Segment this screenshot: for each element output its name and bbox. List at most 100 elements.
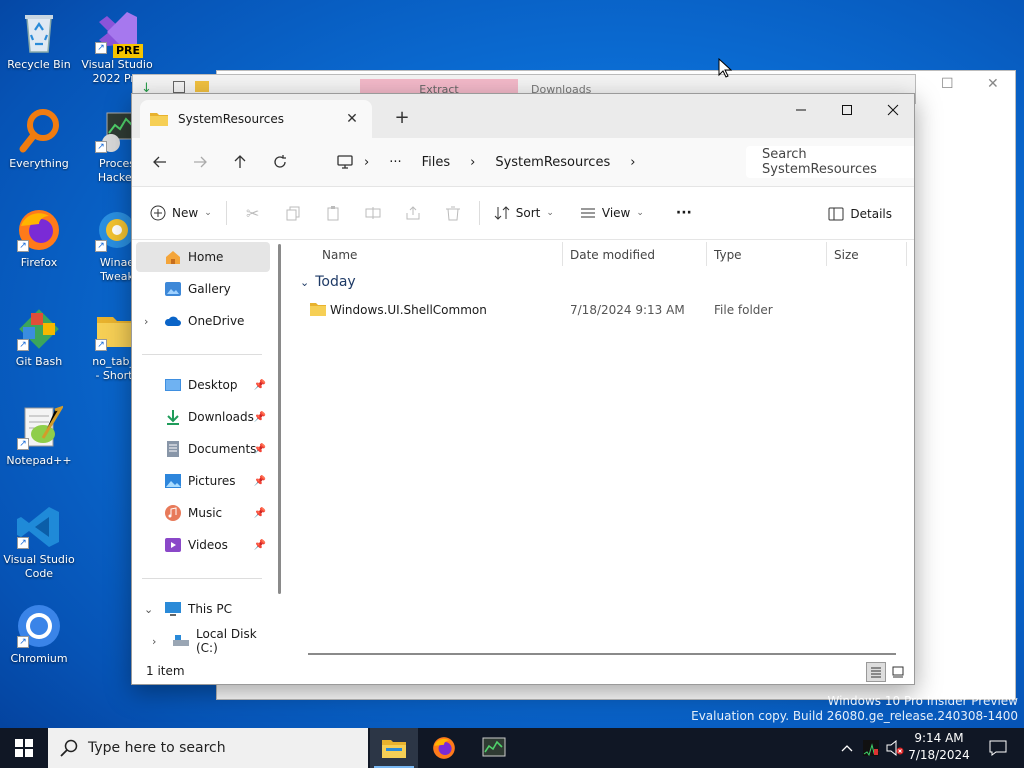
breadcrumb-systemresources[interactable]: SystemResources <box>485 155 620 170</box>
table-row[interactable]: Windows.UI.ShellCommon 7/18/2024 9:13 AM… <box>306 298 906 322</box>
rename-button[interactable] <box>353 197 393 229</box>
chevron-up-icon <box>841 745 853 752</box>
desktop-icon <box>165 379 181 391</box>
taskbar-process-hacker[interactable] <box>470 728 518 768</box>
horizontal-scrollbar[interactable] <box>308 653 896 655</box>
chevron-right-icon: › <box>364 154 370 170</box>
back-button[interactable] <box>140 146 180 178</box>
sidebar-item-documents[interactable]: Documents 📌 <box>136 434 270 464</box>
pin-icon[interactable]: 📌 <box>254 380 266 391</box>
sidebar-item-desktop[interactable]: Desktop 📌 <box>136 370 270 400</box>
cut-button[interactable]: ✂ <box>233 197 273 229</box>
sidebar-item-downloads[interactable]: Downloads 📌 <box>136 402 270 432</box>
search-input[interactable]: Search SystemResources <box>746 146 914 178</box>
breadcrumb-files[interactable]: Files <box>412 155 461 170</box>
paste-button[interactable] <box>313 197 353 229</box>
details-pane-button[interactable]: Details <box>820 198 900 230</box>
details-view-button[interactable] <box>866 662 886 682</box>
delete-button[interactable] <box>433 197 473 229</box>
tab-systemresources[interactable]: SystemResources ✕ <box>140 100 372 138</box>
shortcut-arrow-icon: ↗ <box>17 537 29 549</box>
file-explorer-window[interactable]: SystemResources ✕ + › ··· Files › System… <box>131 93 915 685</box>
desktop-icon-vscode[interactable]: ↗ Visual Studio Code <box>0 503 78 581</box>
tiles-view-button[interactable] <box>888 662 908 682</box>
document-icon <box>167 441 179 457</box>
sidebar-item-this-pc[interactable]: ⌄ This PC <box>136 594 270 624</box>
column-header-type[interactable]: Type <box>714 248 742 262</box>
desktop-icon-notepad-plus-plus[interactable]: ↗ Notepad++ <box>0 404 78 468</box>
close-window-button[interactable] <box>870 94 916 126</box>
desktop-icon-git-bash[interactable]: ↗ Git Bash <box>0 305 78 369</box>
pin-icon[interactable]: 📌 <box>254 508 266 519</box>
notification-center-button[interactable] <box>978 728 1018 768</box>
title-bar[interactable]: SystemResources ✕ + <box>132 94 914 138</box>
chevron-down-icon: ⌄ <box>546 208 554 218</box>
view-button[interactable]: View ⌄ <box>572 197 652 229</box>
folder-icon <box>150 113 168 126</box>
shortcut-arrow-icon: ↗ <box>17 339 29 351</box>
maximize-icon[interactable]: ☐ <box>941 77 955 91</box>
everything-search-icon <box>15 107 63 155</box>
group-header-today[interactable]: ⌄ Today <box>300 274 356 290</box>
new-tab-button[interactable]: + <box>390 106 414 130</box>
sidebar-item-pictures[interactable]: Pictures 📌 <box>136 466 270 496</box>
pin-icon[interactable]: 📌 <box>254 476 266 487</box>
close-tab-icon[interactable]: ✕ <box>342 109 362 129</box>
sidebar-item-music[interactable]: Music 📌 <box>136 498 270 528</box>
more-options-button[interactable]: ··· <box>668 197 700 229</box>
forward-button[interactable] <box>180 146 220 178</box>
copy-button[interactable] <box>273 197 313 229</box>
pin-icon[interactable]: 📌 <box>254 412 266 423</box>
file-type: File folder <box>714 303 773 317</box>
computer-icon <box>165 602 181 616</box>
tray-process-monitor[interactable] <box>860 728 882 768</box>
pin-icon[interactable]: 📌 <box>254 444 266 455</box>
column-header-name[interactable]: Name <box>322 248 357 262</box>
sidebar-item-onedrive[interactable]: › OneDrive <box>136 306 270 336</box>
taskbar-search[interactable]: Type here to search <box>48 728 368 768</box>
desktop-icon-recycle-bin[interactable]: Recycle Bin <box>0 8 78 72</box>
copy-icon <box>286 206 300 221</box>
sidebar-item-gallery[interactable]: Gallery <box>136 274 270 304</box>
desktop-icon-label: Git Bash <box>15 355 63 368</box>
breadcrumb[interactable]: › ··· Files › SystemResources › <box>336 146 738 178</box>
show-hidden-icons-button[interactable] <box>836 728 858 768</box>
group-label: Today <box>315 274 356 290</box>
desktop-icon-firefox[interactable]: ↗ Firefox <box>0 206 78 270</box>
taskbar-file-explorer[interactable] <box>370 728 418 768</box>
share-button[interactable] <box>393 197 433 229</box>
sort-icon <box>494 206 510 220</box>
up-button[interactable] <box>220 146 260 178</box>
status-bar: 1 item <box>132 658 914 684</box>
column-header-size[interactable]: Size <box>834 248 859 262</box>
new-button[interactable]: New ⌄ <box>142 197 220 229</box>
nav-scrollbar[interactable] <box>278 244 281 594</box>
refresh-button[interactable] <box>260 146 300 178</box>
desktop-icon-everything[interactable]: Everything <box>0 107 78 171</box>
sidebar-item-videos[interactable]: Videos 📌 <box>136 530 270 560</box>
column-header-date[interactable]: Date modified <box>570 248 655 262</box>
maximize-button[interactable] <box>824 94 870 126</box>
sidebar-item-label: Local Disk (C:) <box>196 627 257 655</box>
sidebar-item-label: Downloads <box>188 410 254 424</box>
minimize-button[interactable] <box>778 94 824 126</box>
desktop-icon-label: Visual Studio Code <box>3 553 75 580</box>
tiles-view-icon <box>892 666 904 678</box>
pin-icon[interactable]: 📌 <box>254 540 266 551</box>
shortcut-arrow-icon: ↗ <box>17 438 29 450</box>
chevron-right-icon: › <box>144 314 149 328</box>
notepad-plus-plus-icon: ↗ <box>15 404 63 452</box>
sidebar-item-local-disk[interactable]: › Local Disk (C:) <box>136 626 270 656</box>
sidebar-item-home[interactable]: Home <box>136 242 270 272</box>
item-count: 1 item <box>146 664 185 678</box>
taskbar-firefox[interactable] <box>420 728 468 768</box>
pre-badge: PRE <box>112 44 143 58</box>
desktop-icon-chromium[interactable]: ↗ Chromium <box>0 602 78 666</box>
sort-button[interactable]: Sort ⌄ <box>486 197 562 229</box>
taskbar-clock[interactable]: 9:14 AM 7/18/2024 <box>900 730 978 764</box>
close-icon[interactable]: ✕ <box>987 77 1001 91</box>
start-button[interactable] <box>0 728 48 768</box>
desktop-icon-label: Chromium <box>10 652 68 665</box>
breadcrumb-more[interactable]: ··· <box>379 155 411 170</box>
command-bar: New ⌄ ✂ Sort ⌄ View ⌄ ··· Details <box>132 186 914 240</box>
